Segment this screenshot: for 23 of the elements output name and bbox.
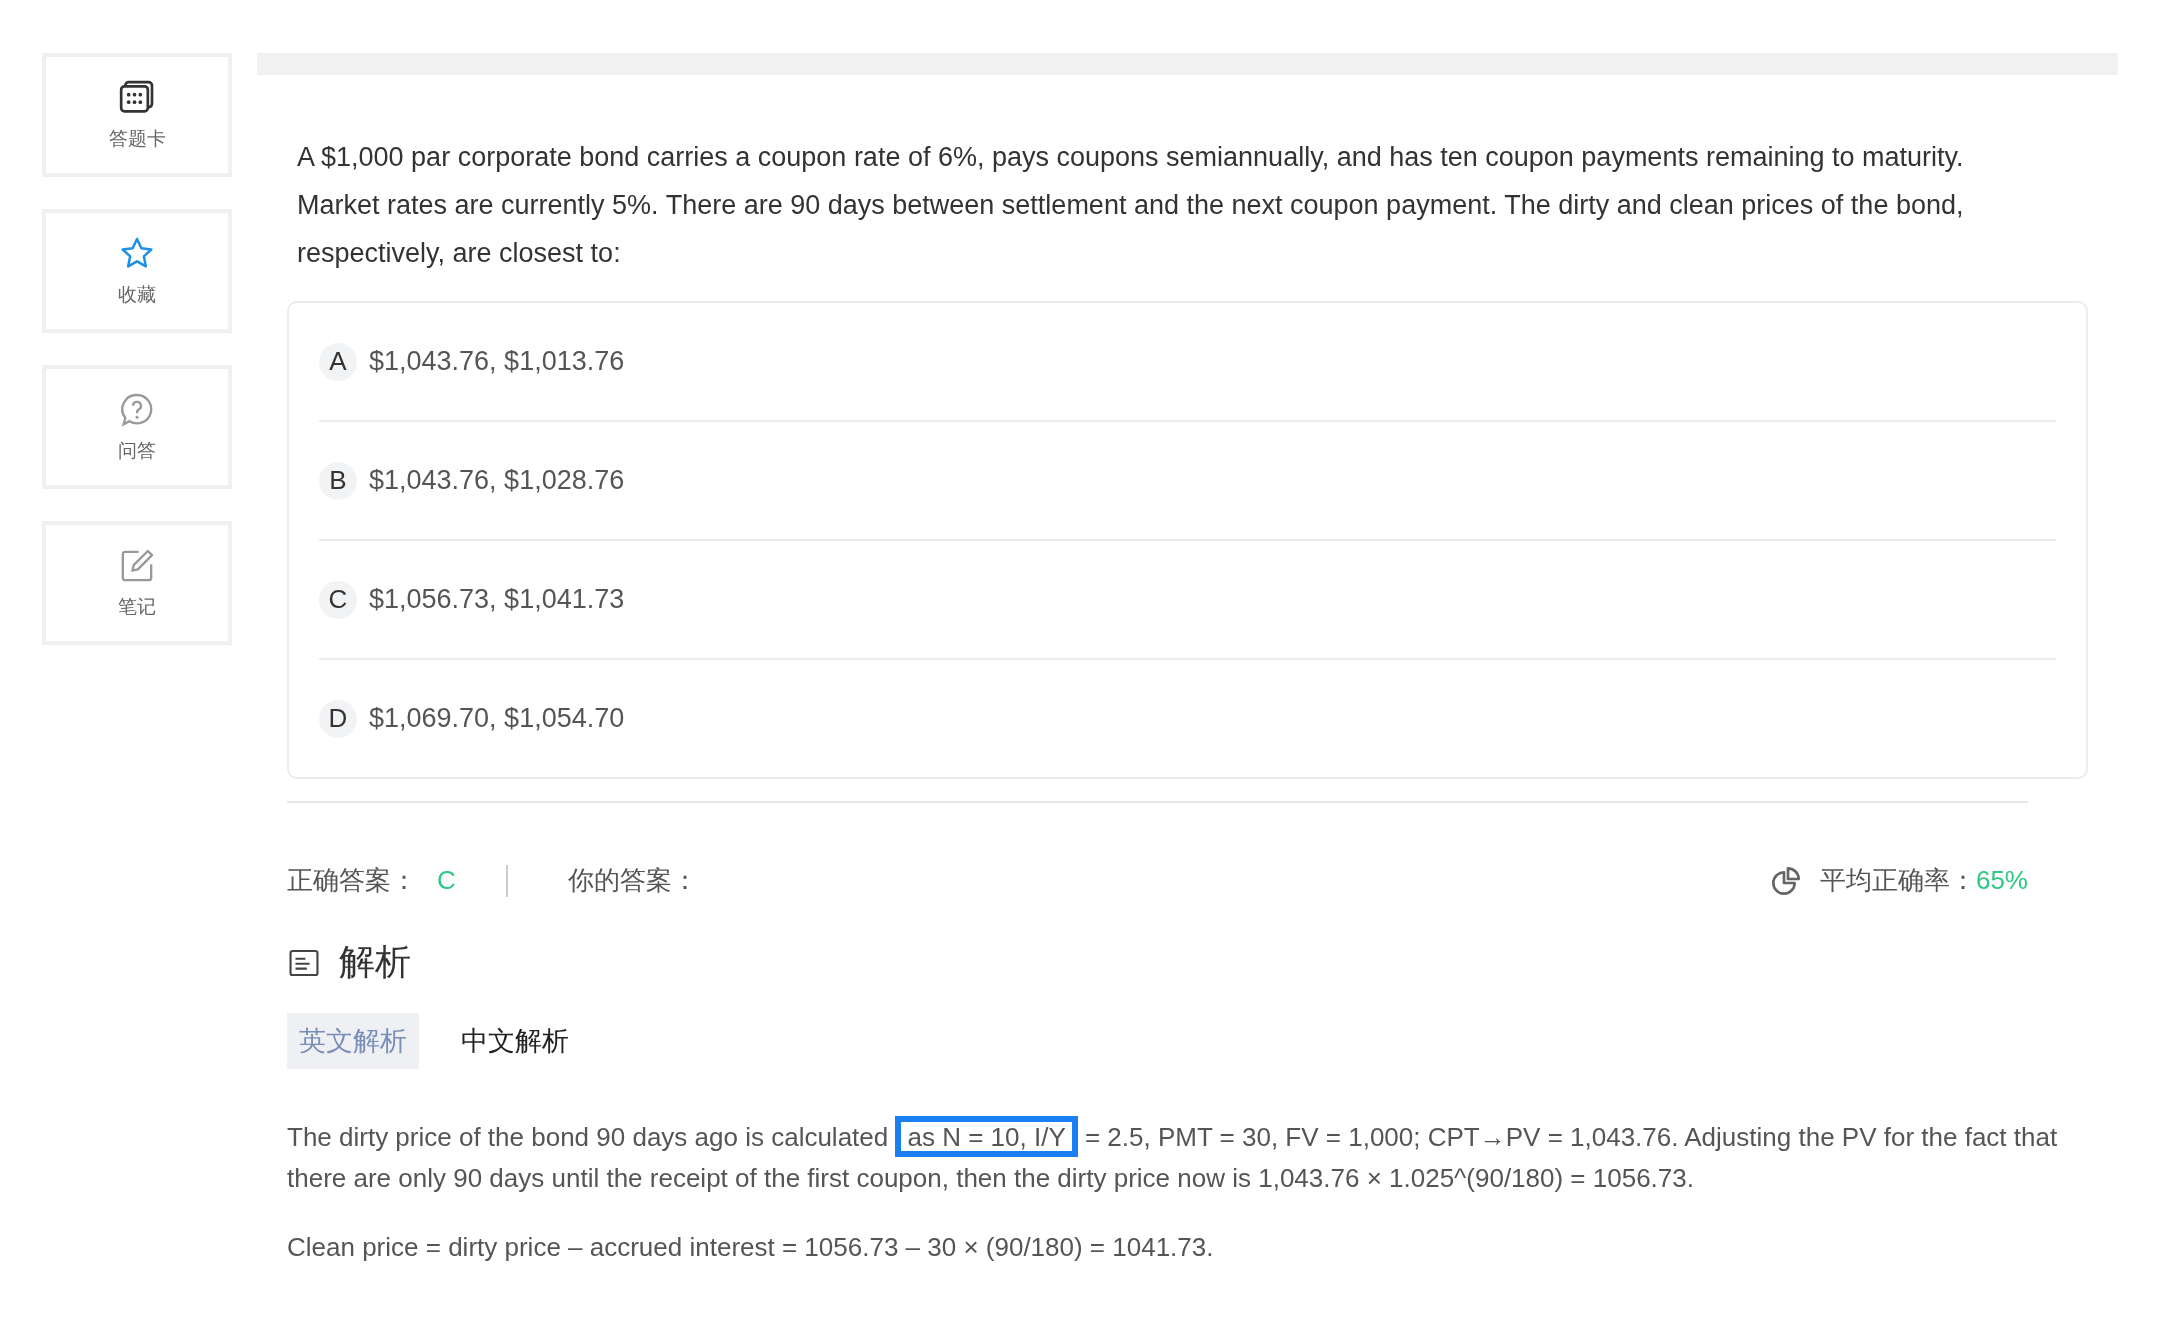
- explanation-text: The dirty price of the bond 90 days ago is calculated as N = 10, I/Y = 2.5, PMT = 30, FV = 1,000; CPT→PV = 1,043.76. Adjusting the PV for the fact that there are only 90 days until the receipt of the first coupon, then the dirty price now is 1,043.76 × 1.025^(90/180) = 1056.73.: [287, 1117, 2068, 1199]
- tab[interactable]: 中文解析: [449, 1013, 581, 1069]
- average-accuracy-label: 平均正确率：: [1819, 864, 1976, 897]
- explanation-text: Clean price = dirty price – accrued interest = 1056.73 – 30 × (90/180) = 1041.73.: [287, 1231, 1215, 1264]
- pie-chart-icon: [1769, 864, 1802, 897]
- section-title: 解析: [339, 940, 411, 984]
- your-answer-label: 你的答案：: [567, 864, 698, 897]
- option-text[interactable]: $1,043.76, $1,013.76: [369, 346, 625, 377]
- average-accuracy: 65%: [1975, 865, 2028, 896]
- sidebar-item[interactable]: 收藏: [42, 209, 232, 333]
- correct-answer: C: [437, 865, 456, 896]
- sidebar-item[interactable]: 笔记: [42, 521, 232, 645]
- option-letter[interactable]: D: [319, 699, 357, 738]
- option-text[interactable]: $1,069.70, $1,054.70: [369, 703, 625, 734]
- option-letter[interactable]: A: [319, 342, 357, 381]
- option-text[interactable]: $1,043.76, $1,028.76: [369, 465, 625, 496]
- option-letter[interactable]: C: [319, 580, 357, 619]
- sidebar-item[interactable]: 问答: [42, 365, 232, 489]
- question-text: A $1,000 par corporate bond carries a coupon rate of 6%, pays coupons semiannually, and has ten coupon payments remaining to maturity. Market rates are currently 5%. There are 90 days between settlement and the next coupon payment. The dirty and clean prices of the bond, respectively, are closest to:: [297, 141, 1965, 270]
- correct-answer-label: 正确答案：: [287, 864, 417, 897]
- option-letter[interactable]: B: [319, 461, 357, 500]
- option-text[interactable]: $1,056.73, $1,041.73: [369, 584, 625, 615]
- sidebar-item[interactable]: 答题卡: [42, 53, 232, 177]
